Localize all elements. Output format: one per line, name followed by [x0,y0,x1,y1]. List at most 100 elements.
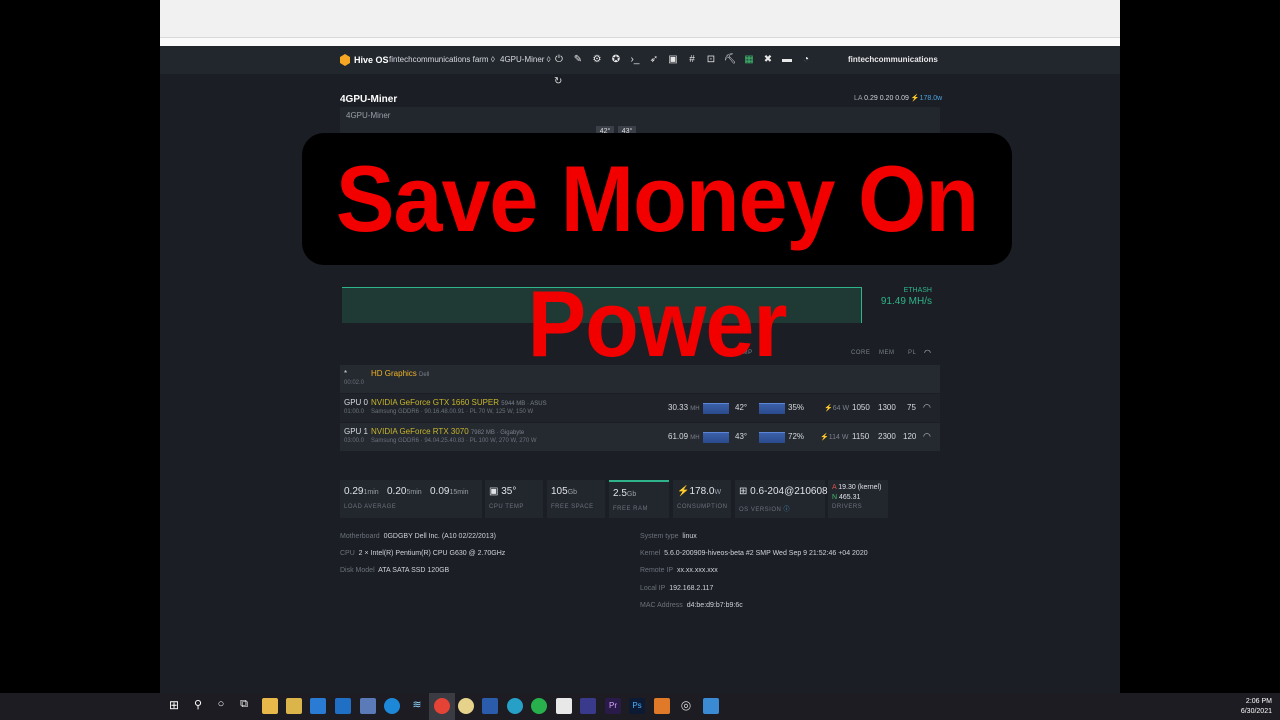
stat-drivers: A 19.30 (kernel) N 465.31 DRIVERS [828,480,888,518]
gpu-mem-clock: 2300 [878,432,896,441]
info-icon[interactable]: ⓘ [784,507,791,513]
gpu-name[interactable]: NVIDIA GeForce RTX 3070 7982 MB · Gigaby… [371,427,524,436]
camera-icon[interactable]: ▣ [666,53,680,67]
window-icon[interactable]: ▬ [780,53,794,67]
gpu-bus: 03:00.0 [344,438,365,444]
stat-os-version[interactable]: ⊞ 0.6-204@210608 OS VERSION ⓘ [735,480,828,518]
info-mac: MAC Address d4:be:d9:b7:b9:6c [640,602,743,609]
gpu-row[interactable]: GPU 1 03:00.0 NVIDIA GeForce RTX 3070 79… [340,423,940,451]
pickaxe-icon[interactable]: ⛏ [723,53,737,67]
temp-sparkline [703,432,729,443]
gpu-hashrate: 61.09 MH [668,432,700,441]
app-icon[interactable] [531,698,547,714]
stat-load-average: 0.291min 0.205min 0.0915min LOAD AVERAGE [340,480,482,518]
compass-icon[interactable]: ✪ [609,53,623,67]
gpu-row[interactable]: GPU 0 01:00.0 NVIDIA GeForce GTX 1660 SU… [340,394,940,422]
premiere-icon[interactable]: Pr [605,698,621,714]
terminal-icon[interactable]: ›_ [628,53,642,67]
app-icon[interactable] [507,698,523,714]
browser-bookmark-strip [160,38,1120,46]
gpu-pl: 120 [903,432,917,441]
chart-hashrate: 91.49 MH/s [880,296,932,307]
photoshop-icon[interactable]: Ps [629,698,645,714]
page-title: 4GPU-Miner [340,94,398,105]
gpu-power: ⚡64 W [824,405,850,412]
stat-free-ram: 2.5Gb FREE RAM [609,480,669,518]
search-icon[interactable]: ⚲ [190,698,206,714]
farm-selector[interactable]: fintechcommunications farm ◊ [389,55,495,64]
refresh-icon[interactable]: ↻ [554,76,562,87]
edge-icon[interactable] [384,698,400,714]
clock[interactable]: 2:06 PM 6/30/2021 [1241,697,1272,717]
wifi-icon[interactable]: ≋ [409,698,425,714]
hive-icon [340,54,350,66]
console-icon[interactable]: ⊡ [704,53,718,67]
brand-name: Hive OS [354,55,389,65]
stat-cpu-temp: ▣ 35° CPU TEMP [485,480,543,518]
toolbar-icons: ⏻ ✎ ⚙ ✪ ›_ ➶ ▣ # ⊡ ⛏ ▦ ✖ ▬ ◔ [552,53,813,67]
video-caption: Save Money On Power [335,146,979,377]
app-icon[interactable] [360,698,376,714]
oc-gauge-icon[interactable]: ◠ [923,431,931,442]
file-explorer-icon[interactable] [262,698,278,714]
app-icon[interactable] [654,698,670,714]
worker-card-name: 4GPU-Miner [346,111,391,120]
outlook-icon[interactable] [335,698,351,714]
word-icon[interactable] [482,698,498,714]
chrome-icon[interactable] [434,698,450,714]
notepad-icon[interactable] [556,698,572,714]
fan-sparkline [759,403,785,414]
gpu-bus: 00:02.0 [344,380,365,386]
info-motherboard: Motherboard 0GDGBY Dell Inc. (A10 02/22/… [340,533,496,540]
browser-top-bar [160,0,1120,38]
oc-gauge-icon[interactable]: ◠ [923,402,931,413]
gpu-mem-clock: 1300 [878,403,896,412]
start-icon[interactable]: ⊞ [166,698,182,714]
letterbox-right [1120,0,1280,693]
tools-icon[interactable]: ✎ [571,53,585,67]
gpu-id: GPU 1 [344,427,369,436]
fan-gauge-icon: ◠ [924,348,932,357]
info-kernel: Kernel 5.6.0-200909-hiveos-beta #2 SMP W… [640,550,868,557]
timer-icon[interactable]: ◔ [799,53,813,67]
info-disk: Disk Model ATA SATA SSD 120GB [340,567,450,574]
chart-algo: ETHASH [903,287,932,294]
stat-consumption: ⚡178.0W CONSUMPTION [673,480,731,518]
account-name[interactable]: fintechcommunications [848,55,938,64]
load-average-summary: LA 0.29 0.20 0.09 ⚡178.0w [854,95,943,102]
hash-icon[interactable]: # [685,53,699,67]
gpu-name[interactable]: HD Graphics Dell [371,369,429,378]
cortana-icon[interactable]: ○ [213,698,229,714]
gpu-hashrate: 30.33 MH [668,403,700,412]
info-remote-ip: Remote IP xx.xx.xxx.xxx [640,567,718,574]
store-icon[interactable] [286,698,302,714]
gpu-power: ⚡114 W [820,434,849,441]
app-icon[interactable] [580,698,596,714]
gpu-fan: 35% [788,403,805,412]
gpu-core: 1150 [852,432,870,441]
app-icon[interactable]: ◎ [678,698,694,714]
info-local-ip: Local IP 192.168.2.117 [640,585,714,592]
header-mem: MEM [879,350,895,356]
temp-sparkline [703,403,729,414]
app-icon[interactable] [458,698,474,714]
brand-logo[interactable]: Hive OS [340,54,389,66]
os-icon: ⊞ [739,486,748,497]
worker-selector[interactable]: 4GPU-Miner ◊ [500,55,551,64]
gpu-name[interactable]: NVIDIA GeForce GTX 1660 SUPER 5944 MB · … [371,398,547,407]
gpu-id: * [344,369,348,378]
gpu-core: 1050 [852,403,870,412]
gpu-temp: 43° [735,432,748,441]
circuit-icon[interactable]: ▦ [742,53,756,67]
gpu-fan: 72% [788,432,805,441]
close-icon[interactable]: ✖ [761,53,775,67]
rocket-icon[interactable]: ➶ [647,53,661,67]
task-view-icon[interactable]: ⧉ [236,698,252,714]
app-icon[interactable] [703,698,719,714]
gpu-id: GPU 0 [344,398,369,407]
settings-icon[interactable]: ⚙ [590,53,604,67]
mail-icon[interactable] [310,698,326,714]
info-system-type: System type linux [640,533,697,540]
power-icon[interactable]: ⏻ [552,53,566,67]
gpu-temp: 42° [735,403,748,412]
